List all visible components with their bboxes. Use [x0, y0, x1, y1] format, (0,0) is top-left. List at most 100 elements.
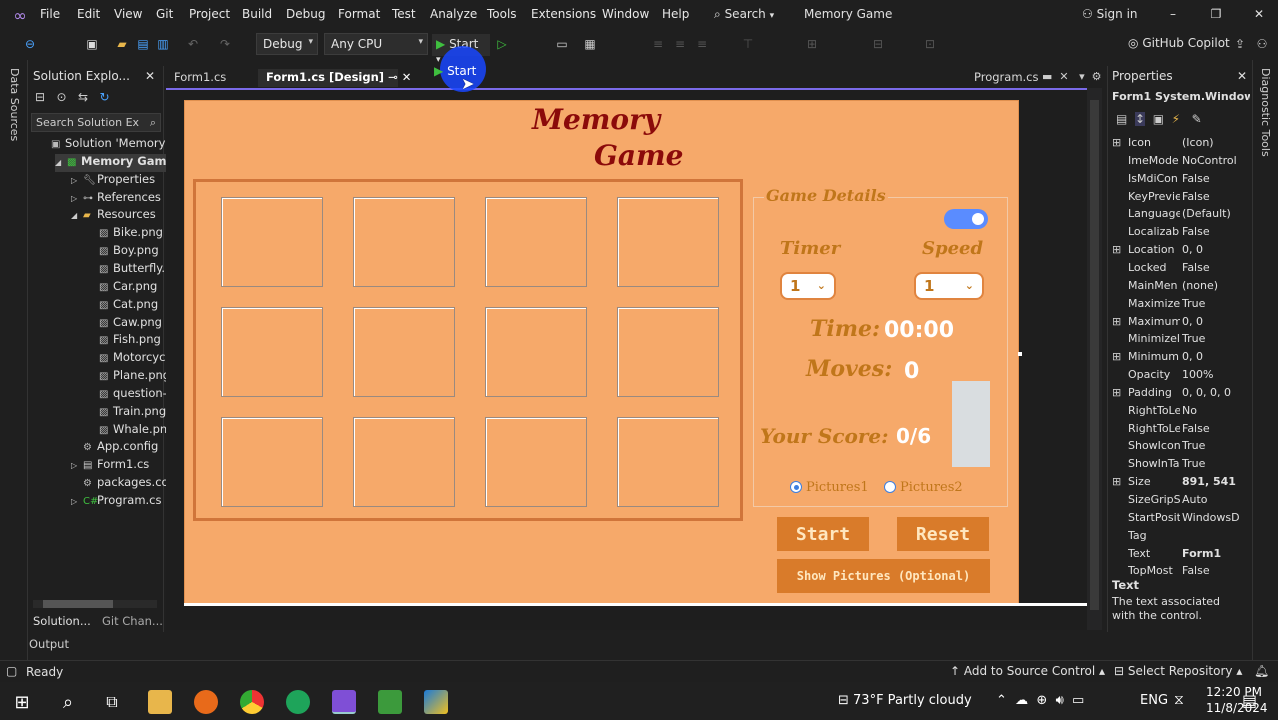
memory-card[interactable]: [617, 307, 719, 397]
menu-window[interactable]: Window: [602, 7, 649, 21]
add-to-source-control[interactable]: ↑ Add to Source Control ▴: [950, 664, 1105, 678]
form1-window[interactable]: Memory Game Game Details Timer Speed 1 ⌄ …: [184, 100, 1019, 604]
expand-icon[interactable]: ⊞: [1112, 315, 1121, 328]
property-value[interactable]: True: [1182, 457, 1242, 470]
reset-button[interactable]: Reset: [897, 517, 989, 551]
property-row[interactable]: MainMen (none): [1112, 279, 1240, 297]
property-row[interactable]: Tag: [1112, 529, 1240, 547]
sign-in-button[interactable]: ⚇ Sign in: [1082, 7, 1138, 21]
property-row[interactable]: ⊞ Maximum 0, 0: [1112, 315, 1240, 333]
tree-item[interactable]: ▨ Whale.png: [87, 422, 175, 440]
network-icon[interactable]: ⧖: [1174, 692, 1184, 708]
expanded-arrow-icon[interactable]: ◢: [55, 158, 67, 167]
expand-icon[interactable]: ⊞: [1112, 136, 1121, 149]
property-value[interactable]: 0, 0, 0, 0: [1182, 386, 1242, 399]
property-value[interactable]: False: [1182, 172, 1242, 185]
menu-build[interactable]: Build: [242, 7, 272, 21]
tree-item[interactable]: ⚙ packages.con: [71, 475, 176, 493]
notifications-icon[interactable]: 🔔︎: [1254, 664, 1269, 678]
property-row[interactable]: ⊞ Icon (Icon): [1112, 136, 1240, 154]
tree-item[interactable]: ▨ Plane.png: [87, 368, 170, 386]
property-value[interactable]: (none): [1182, 279, 1242, 292]
memory-card[interactable]: [485, 197, 587, 287]
layout-icon[interactable]: ▦: [582, 36, 598, 52]
property-row[interactable]: Minimizel True: [1112, 332, 1240, 350]
task-view-icon[interactable]: ⧉: [100, 690, 124, 714]
clock-date[interactable]: 11/8/2024: [1206, 701, 1268, 715]
tree-item[interactable]: ▨ Boy.png: [87, 243, 159, 261]
history-icon[interactable]: ⊙: [57, 90, 67, 104]
memory-card[interactable]: [221, 307, 323, 397]
back-icon[interactable]: ⊖: [22, 36, 38, 52]
search-app-icon[interactable]: [194, 690, 218, 714]
memory-card[interactable]: [353, 197, 455, 287]
tree-item[interactable]: ▨ Train.png: [87, 404, 166, 422]
properties-icon[interactable]: ▣: [1153, 112, 1164, 126]
property-value[interactable]: False: [1182, 190, 1242, 203]
sync-icon[interactable]: ⊟: [35, 90, 45, 104]
menu-extensions[interactable]: Extensions: [531, 7, 596, 21]
menu-analyze[interactable]: Analyze: [430, 7, 477, 21]
tab-git-changes[interactable]: Git Chan...: [102, 614, 163, 628]
collapsed-arrow-icon[interactable]: ▷: [71, 497, 83, 506]
github-copilot-button[interactable]: ◎ GitHub Copilot: [1128, 36, 1230, 50]
tree-item[interactable]: ◢ ▩ Memory Game: [55, 153, 177, 172]
property-row[interactable]: Maximize True: [1112, 297, 1240, 315]
tree-item[interactable]: ▷ C#Program.cs: [71, 493, 162, 511]
tab-form1-design[interactable]: Form1.cs [Design] ⊸ ✕: [258, 69, 411, 87]
share-icon[interactable]: ⇪: [1232, 36, 1248, 52]
tree-item[interactable]: ▣ Solution 'Memory G: [39, 136, 178, 154]
notification-center-icon[interactable]: ▤: [1242, 691, 1257, 710]
memory-card[interactable]: [221, 197, 323, 287]
property-row[interactable]: RightToLe False: [1112, 422, 1240, 440]
property-row[interactable]: ⊞ Size 891, 541: [1112, 475, 1240, 493]
configuration-dropdown[interactable]: Debug ▾: [256, 33, 318, 55]
speed-select[interactable]: 1 ⌄: [914, 272, 984, 300]
new-item-icon[interactable]: ▣: [84, 36, 100, 52]
property-row[interactable]: Locked False: [1112, 261, 1240, 279]
menu-view[interactable]: View: [114, 7, 142, 21]
property-row[interactable]: KeyPrevie False: [1112, 190, 1240, 208]
memory-card[interactable]: [617, 197, 719, 287]
close-window-button[interactable]: ✕: [1248, 4, 1270, 24]
menu-test[interactable]: Test: [392, 7, 416, 21]
close-icon[interactable]: ✕: [402, 70, 412, 84]
property-row[interactable]: Localizabl False: [1112, 225, 1240, 243]
property-value[interactable]: 100%: [1182, 368, 1242, 381]
property-value[interactable]: True: [1182, 332, 1242, 345]
designer-vertical-scrollbar[interactable]: [1087, 88, 1102, 630]
save-all-icon[interactable]: ▥: [155, 36, 171, 52]
properties-object-selector[interactable]: Form1 System.Window: [1112, 90, 1250, 108]
collapsed-arrow-icon[interactable]: ▷: [71, 194, 83, 203]
close-icon[interactable]: ✕: [145, 69, 155, 83]
horizontal-scrollbar[interactable]: [33, 600, 157, 608]
minimize-button[interactable]: –: [1162, 4, 1184, 24]
redo-icon[interactable]: ↷: [217, 36, 233, 52]
property-value[interactable]: False: [1182, 225, 1242, 238]
tree-item[interactable]: ▨ Motorcycl: [87, 350, 169, 368]
property-row[interactable]: ⊞ Minimum 0, 0: [1112, 350, 1240, 368]
menu-help[interactable]: Help: [662, 7, 689, 21]
solution-search-input[interactable]: Search Solution Ex ⌕: [31, 113, 161, 132]
wrench-icon[interactable]: ✎: [1192, 112, 1202, 126]
menu-edit[interactable]: Edit: [77, 7, 100, 21]
property-value[interactable]: True: [1182, 297, 1242, 310]
platform-dropdown[interactable]: Any CPU ▾: [324, 33, 428, 55]
expand-icon[interactable]: ⊞: [1112, 475, 1121, 488]
property-row[interactable]: ShowInTa True: [1112, 457, 1240, 475]
property-row[interactable]: SizeGripSt Auto: [1112, 493, 1240, 511]
close-icon[interactable]: ✕: [1237, 69, 1247, 83]
timer-select[interactable]: 1 ⌄: [780, 272, 836, 300]
app-icon[interactable]: [378, 690, 402, 714]
property-value[interactable]: 0, 0: [1182, 243, 1242, 256]
property-value[interactable]: True: [1182, 439, 1242, 452]
property-value[interactable]: 891, 541: [1182, 475, 1242, 488]
show-pictures-button[interactable]: Show Pictures (Optional): [777, 559, 990, 593]
expand-icon[interactable]: ⊞: [1112, 350, 1121, 363]
menu-format[interactable]: Format: [338, 7, 380, 21]
tree-item[interactable]: ⚙ App.config: [71, 439, 158, 457]
tree-item[interactable]: ▷ ▤ Form1.cs: [71, 457, 149, 475]
chrome-icon[interactable]: [240, 690, 264, 714]
open-folder-icon[interactable]: ▰: [114, 36, 130, 52]
property-value[interactable]: (Icon): [1182, 136, 1242, 149]
